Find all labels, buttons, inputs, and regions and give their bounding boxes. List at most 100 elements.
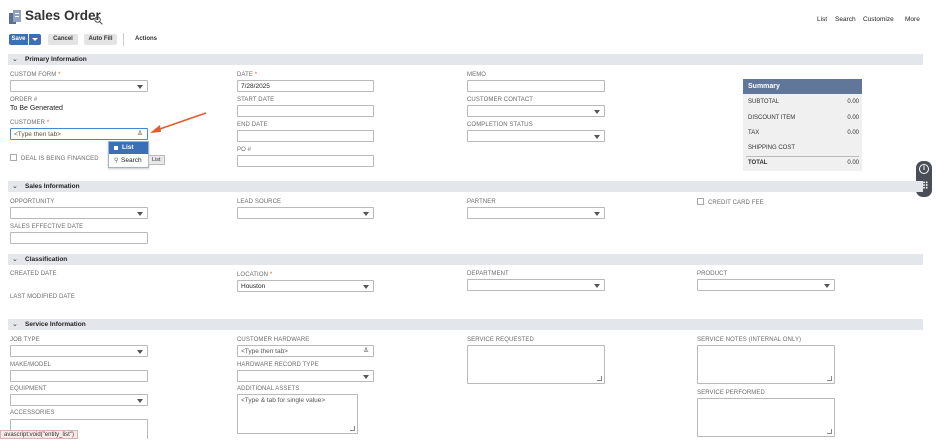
hardware-record-type-select[interactable] (237, 370, 374, 382)
list-icon (114, 146, 118, 150)
dropdown-item-search[interactable]: ⚲ Search (109, 155, 148, 167)
header-nav-more[interactable]: More (905, 16, 920, 23)
service-performed-label: SERVICE PERFORMED (697, 390, 765, 396)
save-button[interactable]: Save (9, 34, 28, 45)
order-number-value: To Be Generated (10, 105, 63, 112)
custom-form-select[interactable] (10, 80, 148, 92)
po-label: PO # (237, 147, 252, 153)
customer-label: CUSTOMER * (10, 120, 50, 126)
customer-contact-label: CUSTOMER CONTACT (467, 97, 534, 103)
chevron-down-icon (137, 350, 143, 354)
section-sales-information[interactable]: ⌄ Sales Information (8, 181, 923, 192)
resize-grip-icon[interactable] (827, 429, 832, 434)
po-input[interactable] (237, 155, 374, 167)
make-model-label: MAKE/MODEL (10, 362, 52, 368)
chevron-down-icon (363, 375, 369, 379)
lead-source-label: LEAD SOURCE (237, 199, 282, 205)
start-date-label: START DATE (237, 97, 275, 103)
summary-panel: Summary SUBTOTAL 0.00 DISCOUNT ITEM 0.00… (743, 79, 862, 171)
opportunity-label: OPPORTUNITY (10, 199, 55, 205)
section-primary-information[interactable]: ⌄ Primary Information (8, 54, 923, 65)
last-modified-label: LAST MODIFIED DATE (10, 294, 75, 300)
department-select[interactable] (467, 279, 605, 291)
job-type-select[interactable] (10, 345, 148, 357)
customer-input[interactable]: <Type then tab> ≚ (10, 128, 148, 140)
resize-grip-icon[interactable] (350, 426, 355, 431)
customer-dropdown: List ⚲ Search (108, 141, 149, 168)
job-type-label: JOB TYPE (10, 337, 40, 343)
section-classification[interactable]: ⌄ Classification (8, 254, 923, 265)
header-nav-list[interactable]: List (817, 16, 827, 23)
credit-card-fee-label: CREDIT CARD FEE (708, 200, 764, 206)
chevron-down-icon (594, 135, 600, 139)
double-chevron-icon[interactable]: ≚ (137, 130, 143, 139)
end-date-input[interactable] (237, 130, 374, 142)
resize-grip-icon[interactable] (827, 376, 832, 381)
save-options-button[interactable] (29, 34, 41, 45)
memo-input[interactable] (467, 80, 605, 92)
summary-row: DISCOUNT ITEM 0.00 (748, 115, 859, 121)
equipment-label: EQUIPMENT (10, 386, 47, 392)
chevron-down-icon (137, 399, 143, 403)
page-title: Sales Order (25, 8, 101, 23)
service-performed-textarea[interactable] (697, 398, 835, 437)
order-number-label: ORDER # (10, 97, 38, 103)
completion-status-select[interactable] (467, 130, 605, 142)
search-icon[interactable] (94, 12, 103, 30)
header-nav-search[interactable]: Search (835, 16, 856, 23)
created-date-label: CREATED DATE (10, 271, 57, 277)
section-service-information[interactable]: ⌄ Service Information (8, 319, 923, 330)
partner-label: PARTNER (467, 199, 496, 205)
service-notes-textarea[interactable] (697, 345, 835, 384)
date-label: DATE * (237, 72, 258, 78)
customer-contact-select[interactable] (467, 105, 605, 117)
product-label: PRODUCT (697, 271, 728, 277)
equipment-select[interactable] (10, 394, 148, 406)
chevron-down-icon: ⌄ (12, 256, 18, 263)
annotation-arrow (150, 112, 207, 133)
lead-source-select[interactable] (237, 207, 374, 219)
cancel-button[interactable]: Cancel (48, 34, 78, 45)
deal-financed-checkbox[interactable] (10, 154, 17, 161)
custom-form-label: CUSTOM FORM * (10, 72, 61, 78)
chevron-down-icon (137, 212, 143, 216)
opportunity-select[interactable] (10, 207, 148, 219)
partner-select[interactable] (467, 207, 605, 219)
location-select[interactable]: Houston (237, 280, 374, 292)
search-icon: ⚲ (114, 158, 119, 164)
actions-menu[interactable]: Actions (135, 36, 157, 42)
sales-effective-date-input[interactable] (10, 232, 148, 244)
department-label: DEPARTMENT (467, 271, 509, 277)
make-model-input[interactable] (10, 370, 148, 382)
memo-label: MEMO (467, 72, 487, 78)
chevron-down-icon (594, 284, 600, 288)
date-input[interactable]: 7/28/2025 (237, 80, 374, 92)
chevron-down-icon (594, 212, 600, 216)
location-label: LOCATION * (237, 272, 273, 278)
service-notes-label: SERVICE NOTES (INTERNAL ONLY) (697, 337, 802, 343)
dropdown-item-list[interactable]: List (109, 142, 148, 154)
header-nav-customize[interactable]: Customize (863, 16, 894, 23)
completion-status-label: COMPLETION STATUS (467, 122, 533, 128)
summary-row: TAX 0.00 (748, 130, 859, 136)
deal-financed-label: DEAL IS BEING FINANCED (21, 156, 99, 162)
additional-assets-input[interactable]: <Type & tab for single value> (237, 394, 358, 434)
product-select[interactable] (697, 279, 835, 291)
auto-fill-button[interactable]: Auto Fill (84, 34, 117, 45)
double-chevron-icon[interactable]: ≚ (363, 347, 369, 356)
summary-header: Summary (743, 79, 862, 94)
info-icon: i (919, 164, 929, 174)
service-requested-textarea[interactable] (467, 345, 605, 384)
summary-row: SHIPPING COST (748, 145, 796, 151)
chevron-down-icon (32, 38, 38, 41)
chevron-down-icon: ⌄ (12, 183, 18, 190)
start-date-input[interactable] (237, 105, 374, 117)
credit-card-fee-checkbox[interactable] (697, 198, 704, 205)
customer-hardware-input[interactable]: <Type then tab> ≚ (237, 345, 374, 357)
customer-hardware-label: CUSTOMER HARDWARE (237, 337, 310, 343)
tooltip: List (148, 155, 165, 165)
chevron-down-icon (594, 110, 600, 114)
chevron-down-icon: ⌄ (12, 321, 18, 328)
summary-total: TOTAL 0.00 (748, 160, 859, 166)
resize-grip-icon[interactable] (597, 376, 602, 381)
